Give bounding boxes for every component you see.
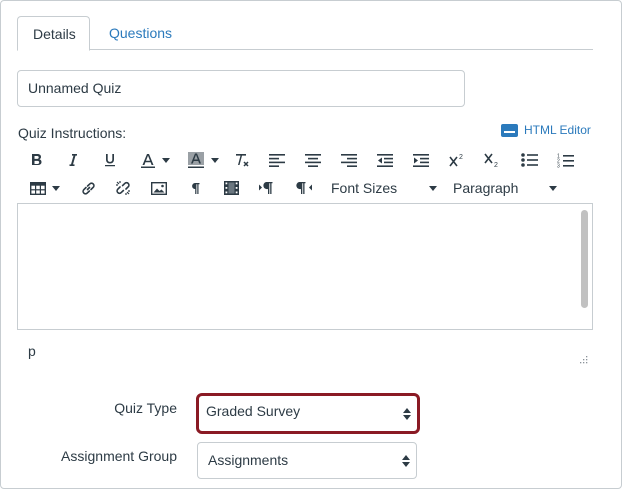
quiz-type-label: Quiz Type	[114, 400, 177, 416]
subscript-icon[interactable]: 2	[483, 147, 501, 173]
link-icon[interactable]	[79, 175, 97, 201]
assignment-group-label: Assignment Group	[61, 448, 177, 464]
bold-icon[interactable]	[29, 147, 45, 173]
rtl-direction-icon[interactable]	[294, 175, 314, 201]
chevron-down-icon	[429, 185, 437, 191]
resize-handle-icon[interactable]	[579, 355, 588, 364]
numbered-list-icon[interactable]: 123	[556, 147, 574, 173]
media-icon[interactable]	[222, 175, 240, 201]
html-editor-label: HTML Editor	[524, 123, 591, 137]
unlink-icon[interactable]	[114, 175, 132, 201]
image-icon[interactable]	[150, 175, 168, 201]
html-editor-link[interactable]: HTML Editor	[501, 123, 591, 137]
paragraph-mark-icon[interactable]	[187, 175, 203, 201]
editor-element-path[interactable]: p	[28, 343, 36, 359]
italic-icon[interactable]	[65, 147, 81, 173]
keyboard-icon	[501, 123, 518, 137]
table-button[interactable]	[28, 175, 62, 201]
clear-formatting-icon[interactable]	[233, 147, 251, 173]
background-color-button[interactable]	[184, 147, 222, 173]
svg-text:2: 2	[494, 162, 498, 168]
underline-icon[interactable]	[102, 147, 118, 173]
select-updown-icon	[403, 407, 411, 420]
align-center-icon[interactable]	[304, 147, 322, 173]
chevron-down-icon	[210, 157, 219, 163]
scrollbar-thumb[interactable]	[581, 210, 588, 308]
tab-details[interactable]: Details	[17, 16, 90, 51]
tab-bar: Details Questions	[17, 16, 593, 51]
assignment-group-value: Assignments	[208, 452, 289, 468]
paragraph-format-label: Paragraph	[453, 180, 519, 196]
indent-icon[interactable]	[412, 147, 430, 173]
outdent-icon[interactable]	[376, 147, 394, 173]
quiz-title-input[interactable]: Unnamed Quiz	[17, 70, 465, 107]
quiz-type-value: Graded Survey	[206, 403, 301, 419]
assignment-group-select[interactable]: Assignments	[197, 442, 417, 479]
superscript-icon[interactable]: 2	[448, 147, 466, 173]
quiz-type-select[interactable]: Graded Survey	[196, 393, 420, 434]
background-color-icon	[187, 152, 204, 168]
bullet-list-icon[interactable]	[520, 147, 538, 173]
table-icon	[30, 181, 46, 195]
rich-text-editor-area[interactable]	[17, 203, 593, 330]
align-left-icon[interactable]	[268, 147, 286, 173]
svg-text:3: 3	[557, 163, 560, 168]
tab-questions[interactable]: Questions	[94, 16, 187, 51]
text-color-button[interactable]	[137, 147, 173, 173]
ltr-direction-icon[interactable]	[257, 175, 277, 201]
chevron-down-icon	[161, 157, 170, 163]
paragraph-format-dropdown[interactable]: Paragraph	[453, 175, 557, 201]
chevron-down-icon	[549, 185, 557, 191]
editor-scrollbar[interactable]	[578, 206, 590, 327]
quiz-edit-panel: Details Questions Unnamed Quiz Quiz Inst…	[0, 0, 622, 489]
editor-toolbar-row-1: 2 2 123	[17, 147, 593, 173]
chevron-down-icon	[52, 185, 60, 191]
font-sizes-label: Font Sizes	[331, 180, 398, 196]
align-right-icon[interactable]	[340, 147, 358, 173]
text-color-icon	[140, 153, 155, 168]
svg-text:2: 2	[459, 154, 463, 161]
font-sizes-dropdown[interactable]: Font Sizes	[331, 175, 437, 201]
quiz-instructions-label: Quiz Instructions:	[18, 125, 127, 141]
select-updown-icon	[402, 454, 410, 467]
editor-toolbar-row-2: Font Sizes Paragraph	[17, 175, 593, 201]
